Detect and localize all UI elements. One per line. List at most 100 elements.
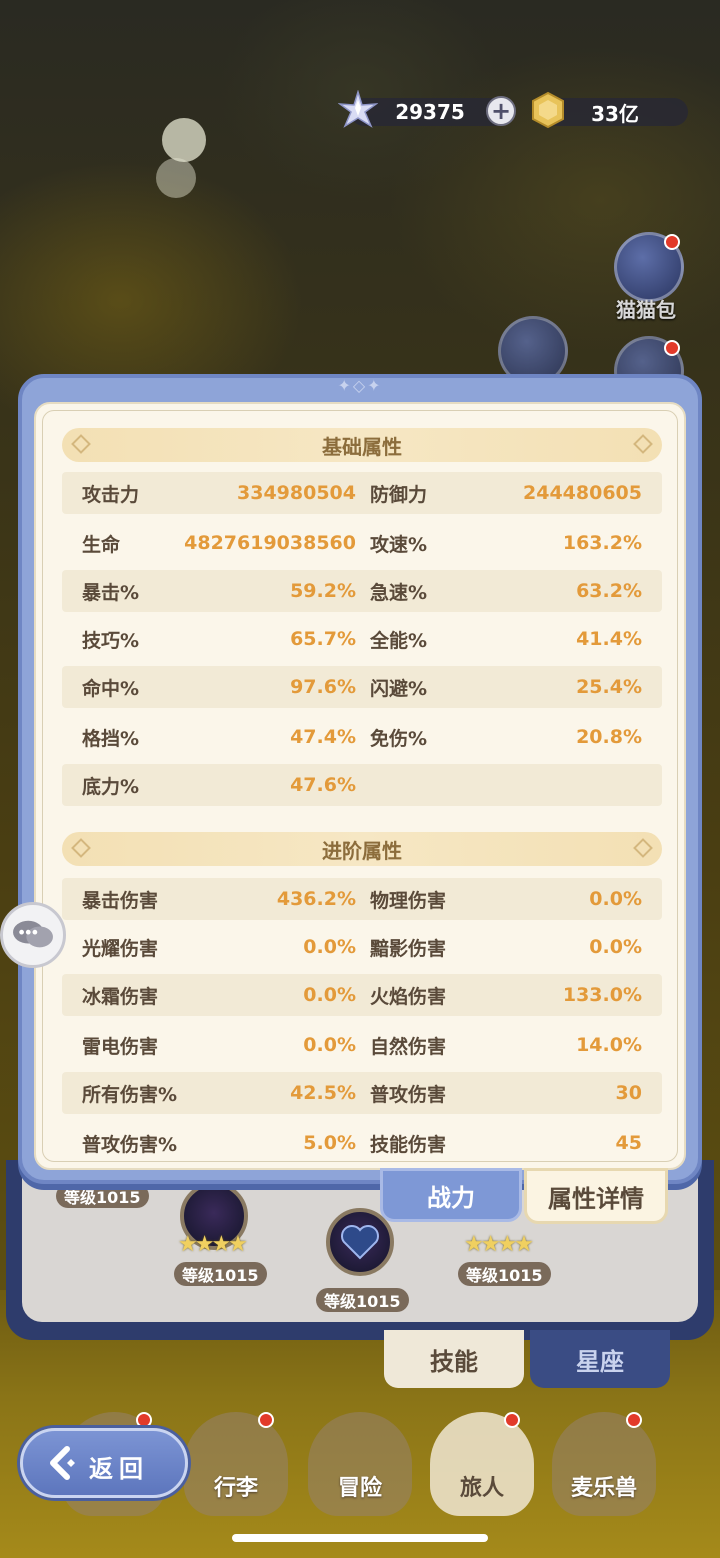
stat-label: 攻击力 [82,483,140,506]
stat-value: 59.2% [290,580,356,602]
level-badge: 等级1015 [56,1184,149,1208]
stat-label: 物理伤害 [370,889,447,912]
stat-label: 底力% [82,775,140,798]
nav-adventure-label: 冒险 [337,1476,382,1501]
stat-value: 41.4% [576,628,642,650]
stat-label: 闪避% [370,677,428,700]
stat-label: 免伤% [370,727,428,750]
stat-label: 光耀伤害 [82,937,159,960]
stat-row: 冰霜伤害 0.0% 火焰伤害 133.0% [62,974,662,1016]
stat-row: 生命 4827619038560 攻速% 163.2% [62,522,662,564]
advanced-attributes-title: 进阶属性 [322,838,402,863]
stat-value: 42.5% [290,1082,356,1104]
notification-dot [504,1412,520,1428]
basic-attributes-header: 基础属性 [62,428,662,462]
diamond-ornament [633,838,653,858]
stat-value: 5.0% [303,1132,356,1154]
stat-value: 25.4% [576,676,642,698]
attributes-panel[interactable]: 基础属性 攻击力 334980504 防御力 244480605 生命 4827… [34,402,686,1170]
level-badge: 等级1015 [458,1262,551,1286]
stat-value: 0.0% [303,1034,356,1056]
stat-label: 格挡% [82,727,140,750]
nav-mailer-beast-label: 麦乐兽 [570,1476,637,1501]
stat-value: 65.7% [290,628,356,650]
notification-dot [136,1412,152,1428]
notification-dot [258,1412,274,1428]
star-rating: ★★★★ [178,1232,248,1257]
stat-value: 30 [615,1082,642,1104]
stat-value: 20.8% [576,726,642,748]
stat-row: 雷电伤害 0.0% 自然伤害 14.0% [62,1024,662,1066]
stat-value: 0.0% [589,936,642,958]
stat-value: 436.2% [276,888,356,910]
stat-value: 97.6% [290,676,356,698]
back-arrow-icon [50,1446,75,1480]
stat-value: 0.0% [589,888,642,910]
stat-label: 攻速% [370,533,428,556]
stat-value: 4827619038560 [184,532,356,554]
diamond-ornament [71,838,91,858]
stat-value: 163.2% [562,532,642,554]
stat-label: 黯影伤害 [370,937,447,960]
chat-button[interactable] [0,902,66,968]
nav-traveler-label: 旅人 [459,1476,504,1501]
stat-value: 0.0% [303,984,356,1006]
stat-value: 334980504 [237,482,356,504]
stat-label: 技能伤害 [370,1133,447,1156]
sparkle-decoration [156,158,196,198]
stat-row: 底力% 47.6% [62,764,662,806]
stat-value: 133.0% [562,984,642,1006]
stat-label: 暴击伤害 [82,889,159,912]
back-label: 返回 [89,1455,149,1483]
advanced-attributes-header: 进阶属性 [62,832,662,866]
stat-row: 命中% 97.6% 闪避% 25.4% [62,666,662,708]
basic-attributes-title: 基础属性 [322,434,402,459]
cat-bag-label: 猫猫包 [616,298,676,322]
stat-label: 防御力 [370,483,428,506]
stat-row: 攻击力 334980504 防御力 244480605 [62,472,662,514]
stat-value: 63.2% [576,580,642,602]
notification-dot [626,1412,642,1428]
heart-icon [341,1225,379,1260]
stat-row: 格挡% 47.4% 免伤% 20.8% [62,716,662,758]
level-badge: 等级1015 [316,1288,409,1312]
stat-row: 所有伤害% 42.5% 普攻伤害 30 [62,1072,662,1114]
stat-label: 生命 [82,533,121,556]
stat-value: 0.0% [303,936,356,958]
stat-value: 47.6% [290,774,356,796]
stat-value: 14.0% [576,1034,642,1056]
add-crystals-button[interactable]: + [486,96,516,126]
stat-label: 技巧% [82,629,140,652]
stat-label: 普攻伤害 [370,1083,447,1106]
diamond-ornament [633,434,653,454]
stat-value: 47.4% [290,726,356,748]
stat-label: 雷电伤害 [82,1035,159,1058]
tab-combat-power[interactable]: 战力 [380,1168,522,1222]
stat-label: 冰霜伤害 [82,985,159,1008]
stat-label: 所有伤害% [82,1083,178,1106]
stat-label: 普攻伤害% [82,1133,178,1156]
stat-label: 全能% [370,629,428,652]
stat-label: 命中% [82,677,140,700]
level-badge: 等级1015 [174,1262,267,1286]
stat-row: 光耀伤害 0.0% 黯影伤害 0.0% [62,926,662,968]
stat-row: 暴击% 59.2% 急速% 63.2% [62,570,662,612]
sparkle-decoration [162,118,206,162]
crystal-counter: 29375 + [338,90,516,128]
stat-label: 自然伤害 [370,1035,447,1058]
home-indicator[interactable] [232,1534,488,1542]
stat-row: 暴击伤害 436.2% 物理伤害 0.0% [62,878,662,920]
stat-value: 244480605 [523,482,642,504]
coin-counter: 33亿 [532,91,688,129]
chat-icon [13,920,53,948]
crystal-icon [338,90,378,128]
notification-dot [664,234,680,250]
notification-dot [664,340,680,356]
stat-label: 急速% [370,581,428,604]
tab-skills[interactable]: 技能 [384,1330,524,1388]
tab-attribute-details[interactable]: 属性详情 [524,1168,668,1224]
stat-row: 技巧% 65.7% 全能% 41.4% [62,618,662,660]
back-button[interactable]: 返回 [20,1428,188,1498]
tab-constellation[interactable]: 星座 [530,1330,670,1388]
star-rating: ★★★★ [464,1232,534,1257]
